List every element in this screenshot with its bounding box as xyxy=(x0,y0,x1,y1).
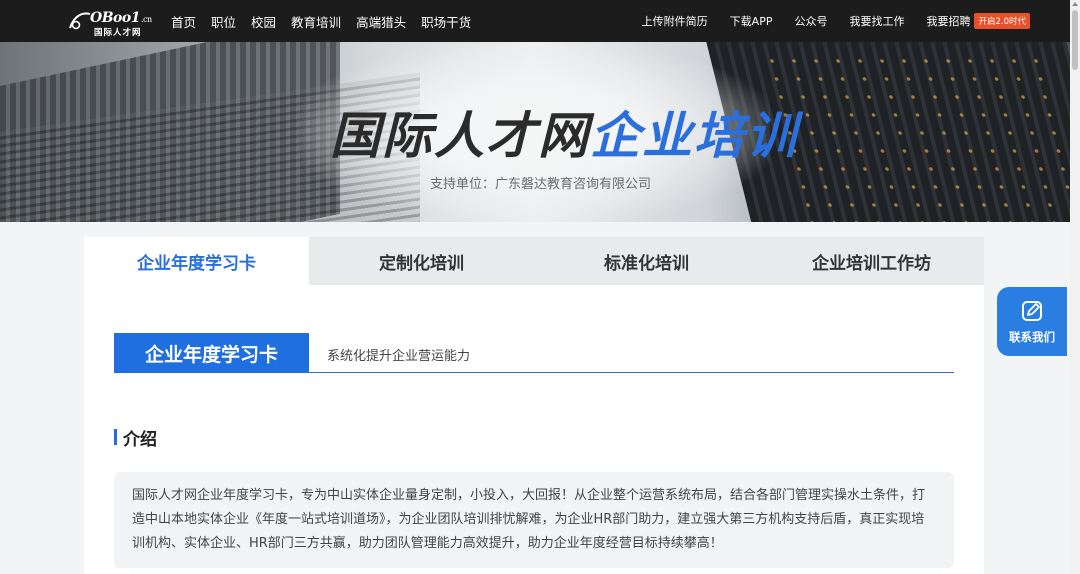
section-label: 企业年度学习卡 xyxy=(114,333,309,373)
hero-title: 国际人才网企业培训 xyxy=(330,96,798,168)
nav-education[interactable]: 教育培训 xyxy=(291,12,341,31)
tab-standard-training[interactable]: 标准化培训 xyxy=(534,237,759,285)
logo-brand: OBoo1.cn xyxy=(90,10,152,26)
nav-career-tips[interactable]: 职场干货 xyxy=(421,12,471,31)
nav-download-app[interactable]: 下载APP xyxy=(730,13,773,29)
tab-custom-training[interactable]: 定制化培训 xyxy=(309,237,534,285)
nav-recruit[interactable]: 我要招聘 xyxy=(926,13,970,29)
nav-home[interactable]: 首页 xyxy=(171,12,196,31)
intro-heading-text: 介绍 xyxy=(123,429,157,450)
nav-find-job[interactable]: 我要找工作 xyxy=(849,13,904,29)
hero-title-highlight: 企业培训 xyxy=(590,107,798,165)
hero-subtitle: 支持单位：广东磐达教育咨询有限公司 xyxy=(430,177,652,192)
intro-heading: 介绍 xyxy=(114,427,157,450)
training-tabs: 企业年度学习卡 定制化培训 标准化培训 企业培训工作坊 xyxy=(84,237,984,285)
section-description: 系统化提升企业营运能力 xyxy=(327,349,471,364)
scrollbar-thumb[interactable] xyxy=(1072,10,1078,70)
user-nav: 上传附件简历 下载APP 公众号 我要找工作 我要招聘 开启2.0时代 xyxy=(620,0,1030,42)
logo-swoosh-icon xyxy=(69,12,91,30)
contact-us-button[interactable]: 联系我们 xyxy=(997,287,1067,356)
tab-annual-learning-card[interactable]: 企业年度学习卡 xyxy=(84,237,309,285)
section-header: 企业年度学习卡 系统化提升企业营运能力 xyxy=(114,333,954,373)
nav-headhunting[interactable]: 高端猎头 xyxy=(356,12,406,31)
top-nav-bar: OBoo1.cn 国际人才网 首页 职位 校园 教育培训 高端猎头 职场干货 上… xyxy=(0,0,1080,42)
page-scrollbar[interactable] xyxy=(1070,0,1080,574)
heading-accent-bar xyxy=(114,429,117,445)
nav-campus[interactable]: 校园 xyxy=(251,12,276,31)
logo-brand-suffix: .cn xyxy=(140,15,152,24)
new-era-badge[interactable]: 开启2.0时代 xyxy=(974,13,1030,29)
hero-banner: 国际人才网企业培训 支持单位：广东磐达教育咨询有限公司 xyxy=(0,42,1070,222)
nav-official-account[interactable]: 公众号 xyxy=(794,13,827,29)
tab-training-workshop[interactable]: 企业培训工作坊 xyxy=(759,237,984,285)
content-panel: 企业年度学习卡 系统化提升企业营运能力 介绍 国际人才网企业年度学习卡，专为中山… xyxy=(84,285,984,574)
nav-upload-resume[interactable]: 上传附件简历 xyxy=(642,13,708,29)
hero-building-lights xyxy=(758,52,1070,222)
logo-brand-text: OBoo1 xyxy=(90,10,140,26)
contact-us-label: 联系我们 xyxy=(1009,329,1055,344)
scroll-up-icon[interactable] xyxy=(1072,2,1078,6)
main-nav: 首页 职位 校园 教育培训 高端猎头 职场干货 xyxy=(171,0,486,42)
intro-body: 国际人才网企业年度学习卡，专为中山实体企业量身定制，小投入，大回报！从企业整个运… xyxy=(114,472,954,568)
nav-jobs[interactable]: 职位 xyxy=(211,12,236,31)
site-logo[interactable]: OBoo1.cn 国际人才网 xyxy=(68,8,152,38)
hero-title-brand: 国际人才网 xyxy=(330,107,590,165)
logo-subtitle: 国际人才网 xyxy=(94,28,142,38)
edit-icon xyxy=(1022,300,1042,321)
